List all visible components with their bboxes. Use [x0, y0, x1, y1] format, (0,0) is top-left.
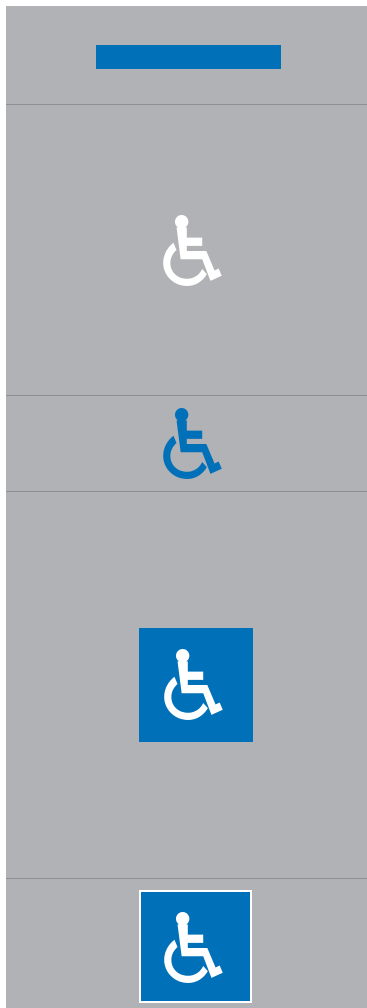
divider — [6, 395, 367, 396]
blue-bar — [96, 45, 281, 69]
wheelchair-sign-tile-bordered — [141, 892, 250, 1001]
wheelchair-icon — [163, 215, 222, 286]
wheelchair-sign-tile — [139, 628, 253, 742]
divider — [6, 878, 367, 879]
background-panel — [6, 6, 367, 1008]
wheelchair-icon — [163, 408, 222, 479]
wheelchair-icon — [164, 912, 223, 983]
divider — [6, 104, 367, 105]
divider — [6, 491, 367, 492]
wheelchair-icon — [164, 649, 223, 720]
